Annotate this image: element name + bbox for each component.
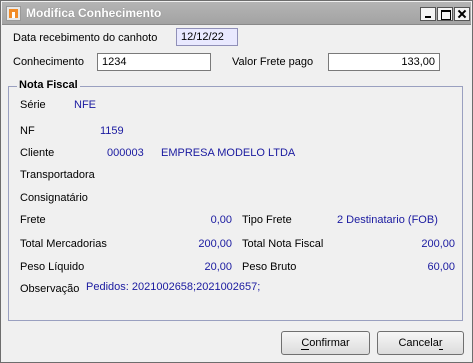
transportadora-label: Transportadora (20, 169, 95, 181)
peso-bruto-label: Peso Bruto (242, 261, 297, 273)
data-recebimento-field[interactable]: 12/12/22 (176, 28, 238, 46)
cancel-label: Cancela (398, 337, 439, 349)
valor-frete-label: Valor Frete pago (232, 56, 314, 68)
nota-fiscal-title: Nota Fiscal (17, 79, 80, 91)
nf-value: 1159 (100, 125, 124, 137)
conhecimento-field[interactable]: 1234 (97, 53, 211, 71)
peso-liquido-label: Peso Líquido (20, 261, 85, 273)
total-mercadorias-label: Total Mercadorias (20, 238, 107, 250)
peso-liquido-value: 20,00 (204, 261, 232, 273)
cliente-name: EMPRESA MODELO LTDA (161, 147, 296, 159)
total-nota-fiscal-label: Total Nota Fiscal (242, 238, 324, 250)
frete-value: 0,00 (210, 214, 232, 226)
serie-value: NFE (74, 99, 96, 111)
tipo-frete-label: Tipo Frete (242, 214, 292, 226)
maximize-icon[interactable] (437, 7, 453, 21)
tipo-frete-value: 2 Destinatario (FOB) (337, 214, 438, 226)
app-icon (6, 6, 21, 21)
data-recebimento-label: Data recebimento do canhoto (13, 32, 158, 44)
total-nota-fiscal-value: 200,00 (421, 238, 455, 250)
nf-label: NF (20, 125, 35, 137)
title-bar[interactable]: Modifica Conhecimento (2, 2, 471, 25)
confirm-label: onfirmar (309, 337, 350, 349)
confirm-button[interactable]: Confirmar (281, 331, 370, 355)
cliente-code: 000003 (107, 147, 144, 159)
frete-label: Frete (20, 214, 46, 226)
serie-label: Série (20, 99, 46, 111)
cliente-label: Cliente (20, 147, 55, 159)
total-mercadorias-value: 200,00 (198, 238, 232, 250)
window-title: Modifica Conhecimento (26, 6, 162, 20)
consignatario-label: Consignatário (20, 192, 88, 204)
close-icon[interactable] (454, 7, 470, 21)
peso-bruto-value: 60,00 (427, 261, 455, 273)
observacao-value: Pedidos: 2021002658;2021002657; (86, 281, 261, 293)
observacao-label: Observação (20, 283, 80, 295)
conhecimento-label: Conhecimento (13, 56, 84, 68)
cancel-button[interactable]: Cancelar (377, 331, 464, 355)
cancel-accelerator: r (438, 337, 443, 350)
minimize-icon[interactable] (420, 7, 436, 21)
valor-frete-field[interactable]: 133,00 (328, 53, 440, 71)
